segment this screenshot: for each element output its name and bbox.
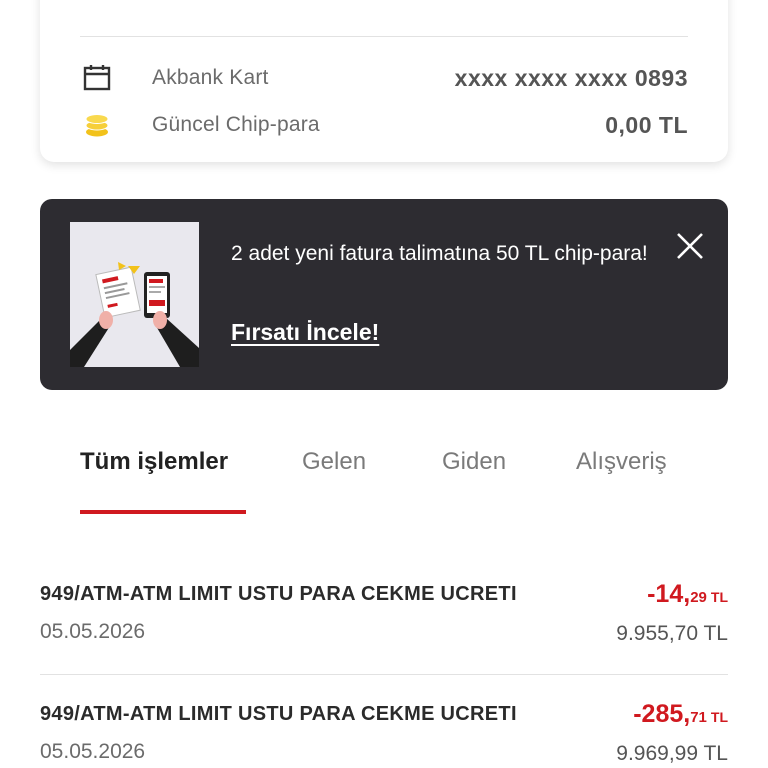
amount-main: -285, [633, 700, 691, 728]
promo-link[interactable]: Fırsatı İncele! [231, 319, 379, 346]
coin-stack-icon [80, 108, 114, 142]
transaction-description: 949/ATM-ATM LIMIT USTU PARA CEKME UCRETI [40, 703, 517, 725]
tab-outgoing[interactable]: Giden [442, 448, 506, 508]
calendar-icon [80, 61, 114, 95]
transaction-description: 949/ATM-ATM LIMIT USTU PARA CEKME UCRETI [40, 583, 517, 605]
amount-decimal: 29 [690, 589, 707, 606]
close-icon[interactable] [673, 229, 707, 263]
transaction-amount: -285,71 TL [633, 700, 728, 729]
active-tab-indicator [80, 510, 246, 514]
amount-currency: TL [710, 589, 728, 605]
promo-text: 2 adet yeni fatura talimatına 50 TL chip… [231, 242, 648, 265]
card-divider [80, 36, 688, 37]
promo-banner[interactable]: 2 adet yeni fatura talimatına 50 TL chip… [40, 199, 728, 390]
transaction-tabs: Tüm işlemler Gelen Giden Alışveriş [40, 448, 728, 518]
transaction-divider [40, 674, 728, 675]
card-name-label: Akbank Kart [152, 66, 269, 89]
tab-shopping[interactable]: Alışveriş [576, 448, 667, 508]
card-row-chip-para[interactable]: Güncel Chip-para 0,00 TL [80, 105, 688, 145]
transaction-date: 05.05.2026 [40, 740, 146, 763]
amount-currency: TL [710, 709, 728, 725]
transaction-balance: 9.955,70 TL [616, 622, 728, 645]
chip-para-value: 0,00 TL [605, 111, 688, 138]
tab-incoming[interactable]: Gelen [302, 448, 366, 508]
tab-all[interactable]: Tüm işlemler [80, 448, 228, 508]
transaction-row[interactable]: 949/ATM-ATM LIMIT USTU PARA CEKME UCRETI… [40, 578, 728, 678]
amount-main: -14, [647, 580, 691, 608]
transaction-date: 05.05.2026 [40, 620, 146, 643]
transaction-amount: -14,29 TL [647, 580, 728, 609]
transaction-balance: 9.969,99 TL [616, 742, 728, 765]
account-card: Akbank Kart xxxx xxxx xxxx 0893 Güncel C… [40, 0, 728, 162]
card-row-card-number[interactable]: Akbank Kart xxxx xxxx xxxx 0893 [80, 58, 688, 98]
amount-decimal: 71 [690, 709, 707, 726]
chip-para-label: Güncel Chip-para [152, 113, 320, 136]
promo-illustration [70, 222, 199, 367]
card-number-value: xxxx xxxx xxxx 0893 [454, 64, 688, 91]
transaction-row[interactable]: 949/ATM-ATM LIMIT USTU PARA CEKME UCRETI… [40, 698, 728, 768]
